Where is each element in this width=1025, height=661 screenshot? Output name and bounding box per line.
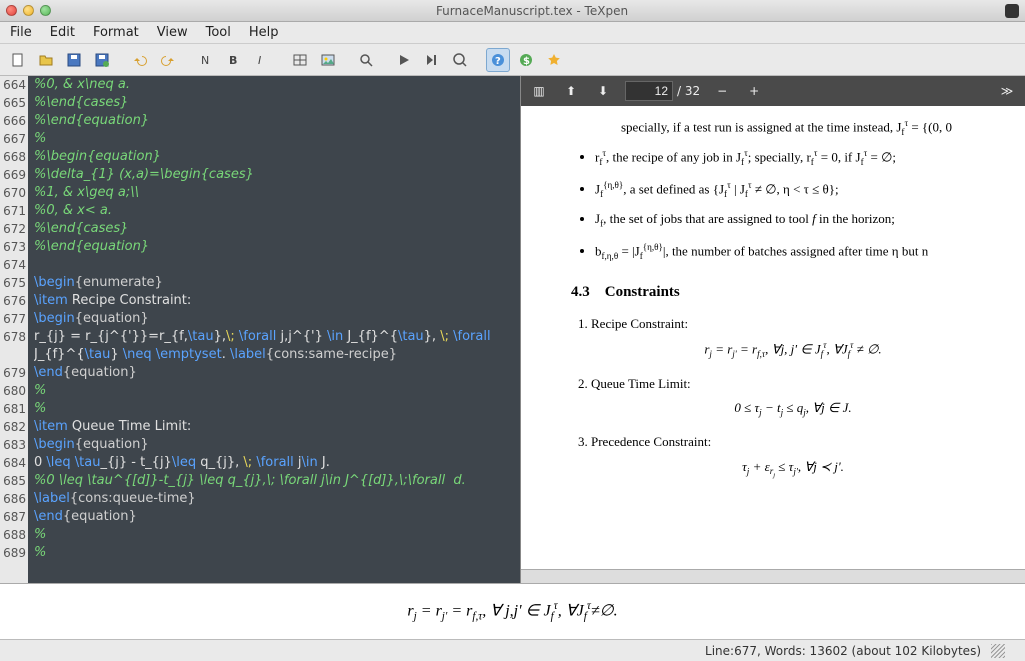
undo-button[interactable]: [128, 48, 152, 72]
section-number: 4.3: [571, 284, 590, 300]
toolbar: N B I ? $: [0, 44, 1025, 76]
close-window-button[interactable]: [6, 5, 17, 16]
window-title: FurnaceManuscript.tex - TeXpen: [59, 4, 1005, 18]
status-text: Line:677, Words: 13602 (about 102 Kiloby…: [705, 644, 981, 658]
page-indicator: / 32: [625, 81, 700, 101]
insert-table-button[interactable]: [288, 48, 312, 72]
insert-image-button[interactable]: [316, 48, 340, 72]
constraint-item: Queue Time Limit:0 ≤ τj − tj ≤ qj, ∀j ∈ …: [591, 375, 995, 420]
menu-file[interactable]: File: [10, 25, 32, 40]
build-button[interactable]: [448, 48, 472, 72]
section-title: Constraints: [605, 284, 680, 300]
workspace: 6646656666676686696706716726736746756766…: [0, 76, 1025, 583]
title-bar: FurnaceManuscript.tex - TeXpen: [0, 0, 1025, 22]
save-button[interactable]: [62, 48, 86, 72]
resize-grip[interactable]: [991, 644, 1005, 658]
menu-bar: File Edit Format View Tool Help: [0, 22, 1025, 44]
pdf-preview: ▥ ⬆ ⬇ / 32 − + ≫ specially, if a test ru…: [520, 76, 1025, 583]
preview-body[interactable]: specially, if a test run is assigned at …: [521, 106, 1025, 569]
preview-bullet: rfτ, the recipe of any job in Jfτ; speci…: [595, 147, 995, 169]
help-button[interactable]: ?: [486, 48, 510, 72]
status-bar: Line:677, Words: 13602 (about 102 Kiloby…: [0, 639, 1025, 661]
page-number-input[interactable]: [625, 81, 673, 101]
menu-tool[interactable]: Tool: [206, 25, 231, 40]
window-controls: [6, 5, 51, 16]
svg-text:N: N: [201, 54, 209, 67]
font-normal-button[interactable]: N: [194, 48, 218, 72]
sidebar-toggle-icon[interactable]: ▥: [529, 81, 549, 101]
preview-bullet: Jf{η,θ}, a set defined as {Jfτ | Jfτ ≠ ∅…: [595, 179, 995, 201]
svg-text:I: I: [258, 54, 261, 67]
code-editor[interactable]: 6646656666676686696706716726736746756766…: [0, 76, 520, 583]
menu-edit[interactable]: Edit: [50, 25, 75, 40]
zoom-window-button[interactable]: [40, 5, 51, 16]
constraint-item: Precedence Constraint:τj + εrj ≤ τj', ∀j…: [591, 433, 995, 481]
preview-top-line: specially, if a test run is assigned at …: [571, 118, 995, 137]
section-heading: 4.3 Constraints: [571, 284, 995, 301]
font-bold-button[interactable]: B: [222, 48, 246, 72]
new-doc-button[interactable]: [6, 48, 30, 72]
svg-text:$: $: [523, 56, 530, 67]
page-up-icon[interactable]: ⬆: [561, 81, 581, 101]
zoom-in-icon[interactable]: +: [744, 81, 764, 101]
preview-page: specially, if a test run is assigned at …: [521, 106, 1025, 569]
constraint-item: Recipe Constraint:rj = rj' = rf,τ, ∀j, j…: [591, 315, 995, 361]
line-gutter: 6646656666676686696706716726736746756766…: [0, 76, 28, 583]
step-button[interactable]: [420, 48, 444, 72]
menu-help[interactable]: Help: [249, 25, 279, 40]
run-button[interactable]: [392, 48, 416, 72]
redo-button[interactable]: [156, 48, 180, 72]
preview-bullet: Jf, the set of jobs that are assigned to…: [595, 210, 995, 230]
star-button[interactable]: [542, 48, 566, 72]
minimize-window-button[interactable]: [23, 5, 34, 16]
preview-bullet-list: rfτ, the recipe of any job in Jfτ; speci…: [571, 147, 995, 262]
page-total-label: / 32: [677, 84, 700, 98]
app-icon: [1005, 4, 1019, 18]
font-italic-button[interactable]: I: [250, 48, 274, 72]
sync-button[interactable]: $: [514, 48, 538, 72]
menu-format[interactable]: Format: [93, 25, 139, 40]
svg-text:B: B: [229, 54, 237, 67]
save-as-button[interactable]: [90, 48, 114, 72]
preview-toolbar: ▥ ⬆ ⬇ / 32 − + ≫: [521, 76, 1025, 106]
zoom-button[interactable]: [354, 48, 378, 72]
preview-hscrollbar[interactable]: [521, 569, 1025, 583]
svg-text:?: ?: [495, 56, 501, 67]
menu-view[interactable]: View: [157, 25, 188, 40]
open-button[interactable]: [34, 48, 58, 72]
zoom-out-icon[interactable]: −: [712, 81, 732, 101]
page-down-icon[interactable]: ⬇: [593, 81, 613, 101]
preview-bullet: bf,η,θ = |Jf{η,θ}|, the number of batche…: [595, 241, 995, 263]
equation-preview-content: rj = rj' = rf,τ, ∀ j,j' ∈ Jfτ, ∀Jfτ≠∅.: [407, 600, 617, 623]
expand-icon[interactable]: ≫: [997, 81, 1017, 101]
constraints-list: Recipe Constraint:rj = rj' = rf,τ, ∀j, j…: [571, 315, 995, 481]
code-area[interactable]: %0, & x\neq a.%\end{cases}%\end{equation…: [28, 76, 520, 562]
equation-preview-panel: rj = rj' = rf,τ, ∀ j,j' ∈ Jfτ, ∀Jfτ≠∅.: [0, 583, 1025, 639]
